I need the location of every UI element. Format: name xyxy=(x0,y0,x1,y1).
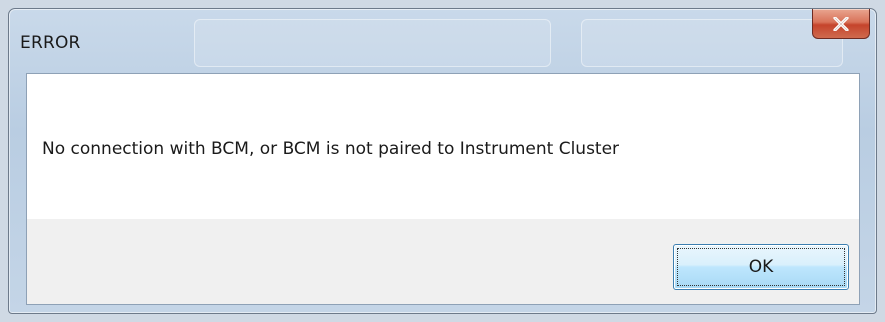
close-icon xyxy=(833,16,849,31)
dialog-title: ERROR xyxy=(20,33,81,53)
background-ghost xyxy=(194,19,551,67)
background-ghost xyxy=(581,19,843,67)
error-dialog: ERROR No connection with BCM, or BCM is … xyxy=(8,8,877,314)
close-button[interactable] xyxy=(812,9,870,39)
ok-button[interactable]: OK xyxy=(673,244,849,290)
dialog-content: No connection with BCM, or BCM is not pa… xyxy=(26,73,860,305)
message-area: No connection with BCM, or BCM is not pa… xyxy=(27,74,859,219)
error-message: No connection with BCM, or BCM is not pa… xyxy=(42,139,620,159)
